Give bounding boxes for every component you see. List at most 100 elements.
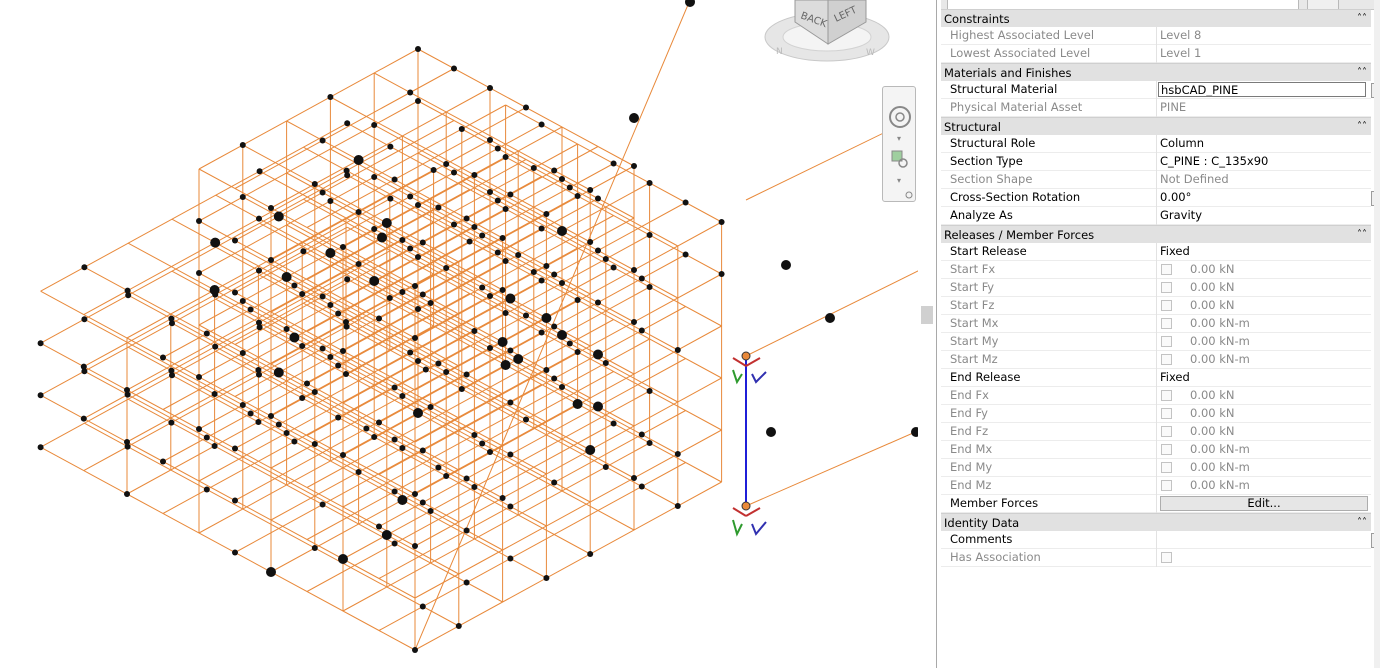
analytical-node[interactable] xyxy=(399,289,406,295)
analytical-node[interactable] xyxy=(631,267,637,273)
analytical-node[interactable] xyxy=(502,258,509,264)
analytical-node[interactable] xyxy=(391,488,398,495)
analytical-node[interactable] xyxy=(443,161,450,167)
analytical-node[interactable] xyxy=(344,276,351,283)
analytical-node[interactable] xyxy=(338,554,348,564)
analytical-node[interactable] xyxy=(266,567,276,577)
property-value[interactable]: 0.00° xyxy=(1160,189,1368,206)
collapse-chevron-icon[interactable]: ˄˄ xyxy=(1357,514,1367,532)
analytical-node[interactable] xyxy=(196,218,202,224)
analytical-node[interactable] xyxy=(304,380,310,387)
analytical-node[interactable] xyxy=(574,297,581,303)
group-header-structural[interactable]: Structural ˄˄ xyxy=(941,117,1371,135)
analytical-node[interactable] xyxy=(311,441,318,447)
analytical-node[interactable] xyxy=(281,272,292,282)
structural-analytical-model[interactable]: BACK LEFT N W xyxy=(0,0,920,668)
analytical-beam[interactable] xyxy=(234,120,455,241)
analytical-node[interactable] xyxy=(413,408,423,418)
analytical-node[interactable] xyxy=(196,374,202,380)
analytical-node[interactable] xyxy=(443,473,450,479)
analytical-node[interactable] xyxy=(471,432,478,438)
analytical-node[interactable] xyxy=(319,137,326,144)
property-value[interactable]: Fixed xyxy=(1160,369,1368,386)
collapse-chevron-icon[interactable]: ˄˄ xyxy=(1357,64,1367,82)
analytical-node[interactable] xyxy=(487,85,493,91)
analytical-node[interactable] xyxy=(371,174,378,180)
analytical-node[interactable] xyxy=(203,434,210,441)
analytical-node[interactable] xyxy=(595,195,601,202)
analytical-node[interactable] xyxy=(381,218,392,228)
analytical-beam[interactable] xyxy=(83,198,391,368)
analytical-node[interactable] xyxy=(168,367,175,374)
analytical-node[interactable] xyxy=(602,256,609,262)
analytical-node[interactable] xyxy=(391,436,398,443)
analytical-node[interactable] xyxy=(646,284,653,290)
selected-analytical-column[interactable] xyxy=(741,351,751,511)
analytical-node[interactable] xyxy=(256,319,262,326)
analytical-node[interactable] xyxy=(543,211,550,217)
analytical-node[interactable] xyxy=(523,312,529,319)
analytical-node[interactable] xyxy=(587,187,594,193)
analytical-beam[interactable] xyxy=(346,122,722,327)
analytical-node[interactable] xyxy=(407,193,414,200)
analytical-node[interactable] xyxy=(299,395,306,401)
analytical-node[interactable] xyxy=(397,495,408,505)
analytical-node[interactable] xyxy=(507,451,514,458)
analytical-node[interactable] xyxy=(451,65,457,72)
analytical-node[interactable] xyxy=(427,300,434,306)
analytical-node[interactable] xyxy=(210,237,221,248)
analytical-node[interactable] xyxy=(371,122,378,128)
analytical-node[interactable] xyxy=(124,491,130,497)
analytical-node[interactable] xyxy=(387,143,394,150)
analytical-node[interactable] xyxy=(196,426,202,432)
analytical-node[interactable] xyxy=(499,287,506,293)
analytical-node[interactable] xyxy=(203,330,210,337)
analytical-node[interactable] xyxy=(574,193,581,199)
analytical-node[interactable] xyxy=(415,202,421,208)
reference-line[interactable] xyxy=(745,269,920,357)
analytical-beam[interactable] xyxy=(303,198,679,403)
analytical-beam[interactable] xyxy=(303,302,679,507)
property-row-comments[interactable]: Comments xyxy=(941,531,1379,549)
property-row-structural-role[interactable]: Structural Role Column xyxy=(941,135,1371,153)
analytical-node[interactable] xyxy=(407,349,414,356)
analytical-node[interactable] xyxy=(566,340,573,347)
analytical-node[interactable] xyxy=(494,145,501,152)
collapse-chevron-icon[interactable]: ˄˄ xyxy=(1357,10,1367,28)
analytical-node[interactable] xyxy=(494,249,501,256)
analytical-node[interactable] xyxy=(585,445,596,455)
analytical-node[interactable] xyxy=(37,340,44,347)
analytical-node[interactable] xyxy=(355,209,362,215)
analytical-node[interactable] xyxy=(515,252,522,258)
analytical-node[interactable] xyxy=(335,362,342,369)
analytical-node[interactable] xyxy=(124,439,130,445)
analytical-node[interactable] xyxy=(311,181,318,187)
analytical-node[interactable] xyxy=(422,366,429,373)
analytical-node[interactable] xyxy=(273,211,284,222)
analytical-node[interactable] xyxy=(463,527,470,534)
analytical-node[interactable] xyxy=(239,194,246,200)
analytical-node[interactable] xyxy=(455,623,462,629)
analytical-node[interactable] xyxy=(247,410,254,417)
analytical-node[interactable] xyxy=(443,265,450,271)
analytical-node[interactable] xyxy=(268,413,274,419)
analytical-beam[interactable] xyxy=(40,278,348,448)
analytical-node[interactable] xyxy=(369,276,380,286)
analytical-node[interactable] xyxy=(471,172,478,178)
analytical-node[interactable] xyxy=(551,167,558,174)
analytical-node[interactable] xyxy=(593,401,603,412)
property-value[interactable]: Fixed xyxy=(1160,243,1368,260)
analytical-node[interactable] xyxy=(268,205,274,211)
navigation-bar[interactable]: ▾ ▾ xyxy=(882,86,916,202)
analytical-node[interactable] xyxy=(335,310,342,317)
analytical-node[interactable] xyxy=(458,126,465,132)
analytical-node[interactable] xyxy=(507,347,514,354)
analytical-node[interactable] xyxy=(340,452,346,458)
analytical-beam[interactable] xyxy=(198,48,419,170)
analytical-node[interactable] xyxy=(551,479,558,486)
analytical-node[interactable] xyxy=(319,189,326,196)
analytical-node[interactable] xyxy=(458,386,465,392)
analytical-node[interactable] xyxy=(435,464,442,471)
analytical-node[interactable] xyxy=(487,293,493,299)
analytical-node[interactable] xyxy=(419,291,426,298)
